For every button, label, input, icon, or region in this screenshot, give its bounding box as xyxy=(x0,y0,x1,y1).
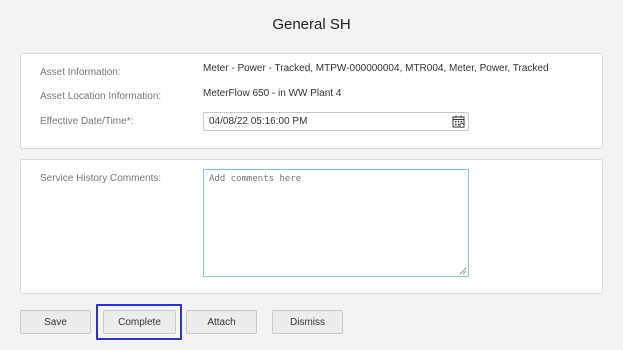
resize-grip-icon[interactable] xyxy=(459,267,467,275)
comments-textarea[interactable] xyxy=(204,170,468,276)
asset-location-label: Asset Location Information: xyxy=(40,91,162,102)
calendar-icon[interactable] xyxy=(452,115,465,128)
effective-date-label: Effective Date/Time*: xyxy=(40,116,134,127)
asset-location-value: MeterFlow 650 - in WW Plant 4 xyxy=(203,88,342,99)
effective-date-input[interactable]: 04/08/22 05:16:00 PM xyxy=(203,112,469,131)
comments-field[interactable] xyxy=(203,169,469,277)
attach-button[interactable]: Attach xyxy=(186,310,257,334)
effective-date-value: 04/08/22 05:16:00 PM xyxy=(209,116,308,127)
comments-label: Service History Comments: xyxy=(40,173,162,184)
complete-button[interactable]: Complete xyxy=(103,310,176,334)
save-button[interactable]: Save xyxy=(20,310,91,334)
asset-info-panel: Asset Information: Meter - Power - Track… xyxy=(20,53,603,149)
comments-panel: Service History Comments: xyxy=(20,159,603,294)
asset-info-label: Asset Information: xyxy=(40,67,121,78)
asset-info-value: Meter - Power - Tracked, MTPW-000000004,… xyxy=(203,63,549,74)
dismiss-button[interactable]: Dismiss xyxy=(272,310,343,334)
page-title: General SH xyxy=(272,16,351,33)
